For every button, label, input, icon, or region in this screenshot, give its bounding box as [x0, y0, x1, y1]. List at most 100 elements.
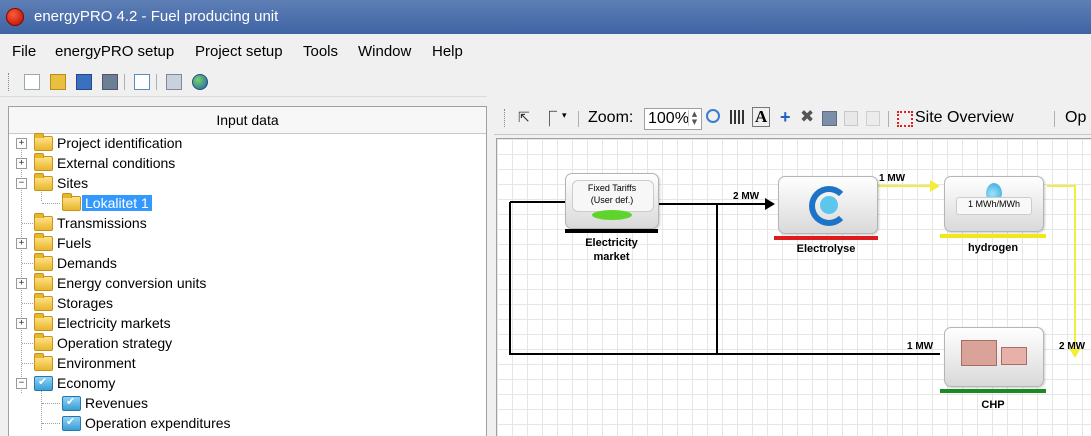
save-diagram-icon[interactable] [822, 111, 837, 126]
tree-item-label: Operation expenditures [85, 415, 231, 431]
tree-item-revenues[interactable]: Revenues [9, 394, 479, 413]
tree-item-label: Economy [57, 375, 116, 391]
folder-icon [34, 273, 53, 291]
window-title: energyPRO 4.2 - Fuel producing unit [34, 8, 279, 25]
folder-icon [34, 293, 53, 311]
tree-item-lokalitet-1[interactable]: Lokalitet 1 [9, 193, 479, 213]
site-overview-button[interactable]: Site Overview [915, 109, 1014, 127]
tree-item-operation-strategy[interactable]: Operation strategy [9, 333, 479, 353]
tariff-line-1: Fixed Tariffs [587, 183, 637, 193]
hydrogen-unit[interactable]: 1 MWh/MWh [944, 176, 1044, 232]
paste-icon[interactable] [866, 111, 880, 126]
zoom-input[interactable]: 100% ▲ ▼ [644, 108, 702, 130]
tree-item-economy[interactable]: − Economy [9, 374, 479, 393]
tree-item-label: Transmissions [57, 215, 147, 231]
electricity-market-unit[interactable]: Fixed Tariffs (User def.) [565, 173, 659, 229]
pointer-icon[interactable]: ⇱ [518, 110, 530, 126]
panel-splitter[interactable] [487, 96, 494, 435]
menu-help[interactable]: Help [432, 43, 463, 60]
menu-window[interactable]: Window [358, 43, 411, 60]
electrolyse-unit[interactable] [778, 176, 878, 234]
toolbar-separator [156, 74, 157, 90]
document-list-icon[interactable] [134, 74, 150, 90]
toolbar-grip[interactable] [8, 73, 11, 91]
checked-folder-icon [62, 395, 81, 411]
input-data-panel: Input data + Project identification + Ex… [8, 106, 487, 436]
menu-tools[interactable]: Tools [303, 43, 338, 60]
zoom-spinner-icon[interactable]: ▲ ▼ [688, 110, 700, 126]
tree-connector [22, 343, 33, 344]
collapse-minus-icon[interactable]: − [16, 178, 27, 189]
market-status-bar [565, 229, 658, 233]
tree-item-fuels[interactable]: + Fuels [9, 233, 479, 253]
hydrogen-to-chp-line [1047, 185, 1076, 350]
diagram-panel: ⇱ ⎾ ▾ Zoom: 100% ▲ ▼ A + ✖ Site Overview … [494, 96, 1091, 436]
expand-plus-icon[interactable]: + [16, 318, 27, 329]
tree-item-label: Operation strategy [57, 335, 173, 351]
chp-label: CHP [981, 399, 1005, 411]
toolbar-overflow-button[interactable]: Op [1065, 109, 1086, 127]
tree-connector [42, 203, 60, 204]
chp-unit[interactable] [944, 327, 1044, 387]
electricity-market-label-line-2: market [593, 251, 630, 263]
menu-file[interactable]: File [12, 43, 36, 60]
collapse-minus-icon[interactable]: − [16, 378, 27, 389]
delete-icon[interactable]: ✖ [800, 107, 814, 127]
zoom-magnifier-icon[interactable] [706, 109, 720, 123]
tree-item-label: Demands [57, 255, 117, 271]
report-icon[interactable] [166, 74, 182, 90]
chevron-down-icon[interactable]: ▾ [562, 111, 567, 121]
toolbar-grip[interactable] [504, 109, 507, 127]
tree-connector [42, 423, 60, 424]
chp-status-bar [940, 389, 1046, 393]
menu-energypro-setup[interactable]: energyPRO setup [55, 43, 174, 60]
tree-item-demands[interactable]: Demands [9, 253, 479, 273]
tree-connector [22, 303, 33, 304]
tree-item-label: Project identification [57, 135, 183, 151]
zoom-value: 100% [648, 110, 689, 127]
tree-item-project-identification[interactable]: + Project identification [9, 133, 479, 153]
new-file-icon[interactable] [24, 74, 40, 90]
energypro-app-icon[interactable] [6, 8, 24, 26]
expand-plus-icon[interactable]: + [16, 238, 27, 249]
folder-icon [34, 133, 53, 151]
folder-icon [34, 313, 53, 331]
hydrogen-label: hydrogen [967, 242, 1019, 254]
tree-item-energy-conversion-units[interactable]: + Energy conversion units [9, 273, 479, 293]
tree-item-sites[interactable]: − Sites [9, 173, 479, 193]
tree-item-transmissions[interactable]: Transmissions [9, 213, 479, 233]
text-tool-icon[interactable]: A [752, 107, 771, 127]
menu-project-setup[interactable]: Project setup [195, 43, 283, 60]
site-overview-icon[interactable] [897, 111, 913, 127]
connector-tool-icon[interactable]: ⎾ [542, 108, 557, 129]
tree-item-operation-expenditures[interactable]: Operation expenditures [9, 414, 479, 433]
tree-item-external-conditions[interactable]: + External conditions [9, 153, 479, 173]
folder-icon [34, 333, 53, 351]
open-folder-icon[interactable] [50, 74, 66, 90]
checked-folder-icon [34, 375, 53, 391]
tree-item-storages[interactable]: Storages [9, 293, 479, 313]
tariff-line-2: (User def.) [590, 195, 634, 205]
tree-item-label: Environment [57, 355, 136, 371]
expand-plus-icon[interactable]: + [16, 278, 27, 289]
cycle-core-icon [820, 196, 838, 214]
add-icon[interactable]: + [780, 107, 791, 128]
tree-connector [22, 363, 33, 364]
tree-item-electricity-markets[interactable]: + Electricity markets [9, 313, 479, 333]
expand-plus-icon[interactable]: + [16, 138, 27, 149]
electricity-market-label-line-1: Electricity [585, 237, 638, 249]
arrow-head-icon [765, 198, 775, 210]
diagram-canvas[interactable]: Fixed Tariffs (User def.) Electricity ma… [496, 138, 1091, 436]
tree-connector [22, 263, 33, 264]
grid-toggle-icon[interactable] [730, 110, 744, 124]
tree-item-environment[interactable]: Environment [9, 353, 479, 373]
input-data-title: Input data [216, 112, 279, 128]
tree-item-label: Electricity markets [57, 315, 171, 331]
save-icon[interactable] [76, 74, 92, 90]
toolbar-separator [578, 111, 579, 127]
globe-icon[interactable] [192, 74, 208, 90]
copy-icon[interactable] [844, 111, 858, 126]
input-data-tree: + Project identification + External cond… [9, 133, 486, 436]
expand-plus-icon[interactable]: + [16, 158, 27, 169]
print-icon[interactable] [102, 74, 118, 90]
